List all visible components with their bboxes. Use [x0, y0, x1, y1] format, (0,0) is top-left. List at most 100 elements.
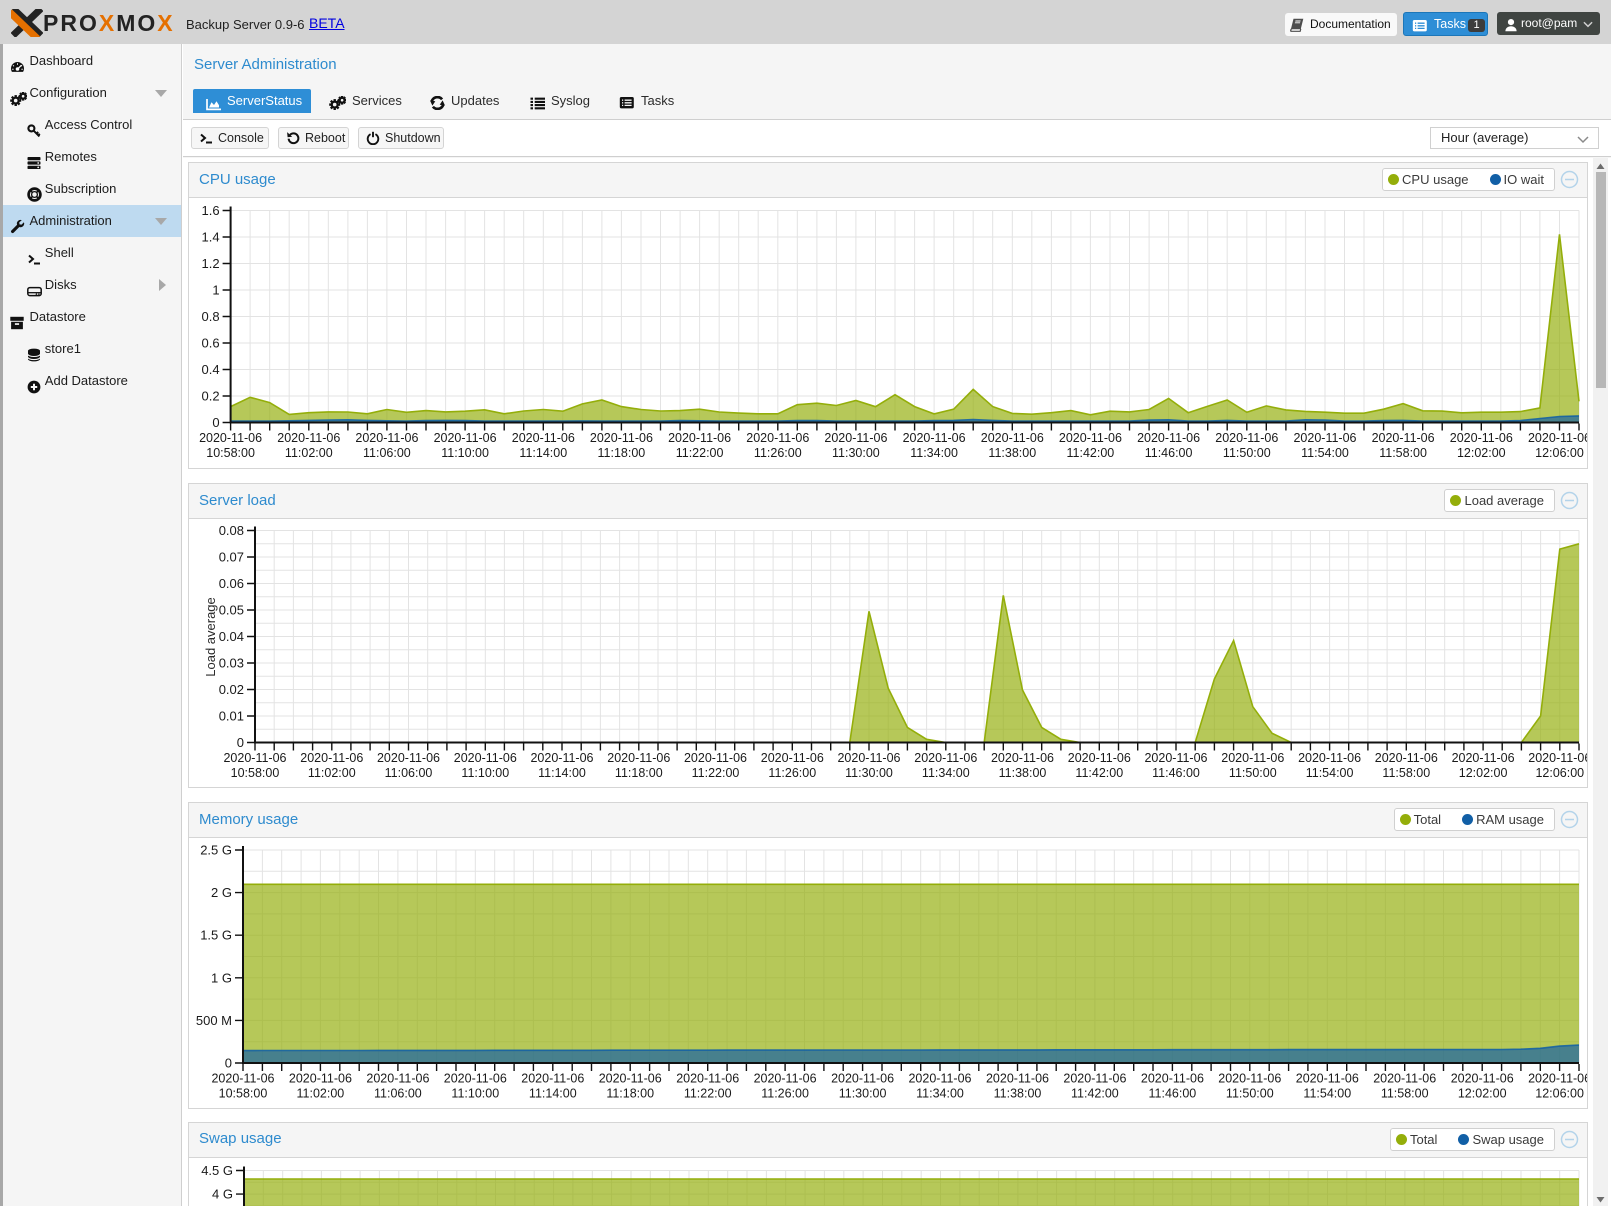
svg-text:11:30:00: 11:30:00: [845, 766, 893, 780]
svg-text:11:10:00: 11:10:00: [451, 1087, 499, 1101]
svg-text:0.4: 0.4: [202, 362, 220, 377]
svg-text:11:22:00: 11:22:00: [676, 446, 724, 460]
svg-text:2020-11-06: 2020-11-06: [444, 1072, 507, 1086]
svg-text:2020-11-06: 2020-11-06: [676, 1072, 739, 1086]
svg-text:11:06:00: 11:06:00: [374, 1087, 422, 1101]
svg-text:1.6: 1.6: [202, 203, 220, 218]
svg-text:2020-11-06: 2020-11-06: [908, 1072, 971, 1086]
svg-text:2020-11-06: 2020-11-06: [1528, 751, 1587, 765]
svg-text:11:58:00: 11:58:00: [1379, 446, 1427, 460]
svg-text:2020-11-06: 2020-11-06: [1450, 431, 1513, 445]
svg-text:2020-11-06: 2020-11-06: [1373, 1072, 1436, 1086]
svg-text:2020-11-06: 2020-11-06: [590, 431, 653, 445]
svg-text:2.5 G: 2.5 G: [200, 843, 232, 858]
svg-text:2020-11-06: 2020-11-06: [981, 431, 1044, 445]
svg-text:4.5 G: 4.5 G: [201, 1163, 233, 1178]
svg-text:11:02:00: 11:02:00: [308, 766, 356, 780]
svg-text:11:38:00: 11:38:00: [999, 766, 1047, 780]
svg-text:2020-11-06: 2020-11-06: [289, 1072, 352, 1086]
svg-text:2020-11-06: 2020-11-06: [1221, 751, 1284, 765]
svg-text:2020-11-06: 2020-11-06: [1528, 1072, 1587, 1086]
svg-text:0.08: 0.08: [219, 523, 244, 538]
svg-text:1 G: 1 G: [211, 970, 232, 985]
svg-text:11:46:00: 11:46:00: [1152, 766, 1200, 780]
svg-text:11:34:00: 11:34:00: [922, 766, 970, 780]
svg-text:2020-11-06: 2020-11-06: [377, 751, 440, 765]
svg-text:11:54:00: 11:54:00: [1306, 766, 1354, 780]
svg-text:0: 0: [237, 735, 244, 750]
svg-text:2020-11-06: 2020-11-06: [903, 431, 966, 445]
svg-text:2020-11-06: 2020-11-06: [746, 431, 809, 445]
svg-text:0.04: 0.04: [219, 629, 244, 644]
svg-text:2020-11-06: 2020-11-06: [824, 431, 887, 445]
svg-text:4 G: 4 G: [212, 1186, 233, 1201]
svg-text:2020-11-06: 2020-11-06: [1375, 751, 1438, 765]
svg-text:11:50:00: 11:50:00: [1226, 1087, 1274, 1101]
svg-text:0.07: 0.07: [219, 550, 244, 565]
svg-text:11:30:00: 11:30:00: [839, 1087, 887, 1101]
svg-text:12:06:00: 12:06:00: [1535, 1087, 1584, 1101]
svg-text:2020-11-06: 2020-11-06: [1218, 1072, 1281, 1086]
svg-text:1.5 G: 1.5 G: [200, 928, 232, 943]
svg-text:11:06:00: 11:06:00: [385, 766, 433, 780]
svg-text:500 M: 500 M: [196, 1013, 232, 1028]
svg-text:11:50:00: 11:50:00: [1229, 766, 1277, 780]
svg-text:2020-11-06: 2020-11-06: [991, 751, 1054, 765]
svg-text:2020-11-06: 2020-11-06: [1141, 1072, 1204, 1086]
svg-text:2020-11-06: 2020-11-06: [300, 751, 363, 765]
svg-text:11:30:00: 11:30:00: [832, 446, 880, 460]
svg-text:2020-11-06: 2020-11-06: [914, 751, 977, 765]
svg-text:11:02:00: 11:02:00: [285, 446, 333, 460]
svg-text:11:18:00: 11:18:00: [598, 446, 646, 460]
svg-text:2020-11-06: 2020-11-06: [521, 1072, 584, 1086]
svg-text:2020-11-06: 2020-11-06: [223, 751, 286, 765]
svg-text:11:14:00: 11:14:00: [538, 766, 586, 780]
svg-text:2020-11-06: 2020-11-06: [1137, 431, 1200, 445]
svg-text:2020-11-06: 2020-11-06: [454, 751, 517, 765]
svg-text:0.8: 0.8: [202, 309, 220, 324]
svg-text:0: 0: [225, 1056, 232, 1071]
svg-text:11:10:00: 11:10:00: [441, 446, 489, 460]
svg-text:2020-11-06: 2020-11-06: [530, 751, 593, 765]
svg-text:2020-11-06: 2020-11-06: [1068, 751, 1131, 765]
svg-text:1.2: 1.2: [202, 256, 220, 271]
svg-text:2020-11-06: 2020-11-06: [684, 751, 747, 765]
svg-text:2020-11-06: 2020-11-06: [1298, 751, 1361, 765]
svg-text:2020-11-06: 2020-11-06: [1059, 431, 1122, 445]
svg-text:11:02:00: 11:02:00: [297, 1087, 345, 1101]
svg-text:11:18:00: 11:18:00: [606, 1087, 654, 1101]
svg-text:11:38:00: 11:38:00: [994, 1087, 1042, 1101]
svg-text:0.2: 0.2: [202, 389, 220, 404]
svg-text:2020-11-06: 2020-11-06: [434, 431, 497, 445]
svg-text:11:42:00: 11:42:00: [1067, 446, 1115, 460]
svg-text:0.03: 0.03: [219, 656, 244, 671]
svg-text:2020-11-06: 2020-11-06: [1372, 431, 1435, 445]
svg-text:1: 1: [212, 283, 219, 298]
svg-text:11:10:00: 11:10:00: [461, 766, 509, 780]
svg-text:2020-11-06: 2020-11-06: [986, 1072, 1049, 1086]
svg-text:2020-11-06: 2020-11-06: [607, 751, 670, 765]
svg-text:2020-11-06: 2020-11-06: [1528, 431, 1587, 445]
svg-text:11:58:00: 11:58:00: [1381, 1087, 1429, 1101]
svg-text:11:46:00: 11:46:00: [1145, 446, 1193, 460]
svg-text:2020-11-06: 2020-11-06: [211, 1072, 274, 1086]
svg-text:11:34:00: 11:34:00: [910, 446, 958, 460]
svg-text:0.06: 0.06: [219, 576, 244, 591]
svg-text:11:18:00: 11:18:00: [615, 766, 663, 780]
svg-text:2020-11-06: 2020-11-06: [1063, 1072, 1126, 1086]
svg-text:11:14:00: 11:14:00: [529, 1087, 577, 1101]
svg-text:11:06:00: 11:06:00: [363, 446, 411, 460]
svg-text:2020-11-06: 2020-11-06: [1296, 1072, 1359, 1086]
svg-text:2020-11-06: 2020-11-06: [1215, 431, 1278, 445]
svg-text:11:54:00: 11:54:00: [1303, 1087, 1351, 1101]
svg-text:11:14:00: 11:14:00: [519, 446, 567, 460]
svg-text:0.05: 0.05: [219, 603, 244, 618]
svg-text:2 G: 2 G: [211, 885, 232, 900]
svg-text:2020-11-06: 2020-11-06: [1451, 1072, 1514, 1086]
svg-text:11:50:00: 11:50:00: [1223, 446, 1271, 460]
svg-text:0.6: 0.6: [202, 336, 220, 351]
svg-text:11:26:00: 11:26:00: [768, 766, 816, 780]
svg-text:0: 0: [212, 415, 219, 430]
svg-text:2020-11-06: 2020-11-06: [277, 431, 340, 445]
svg-text:11:22:00: 11:22:00: [692, 766, 740, 780]
